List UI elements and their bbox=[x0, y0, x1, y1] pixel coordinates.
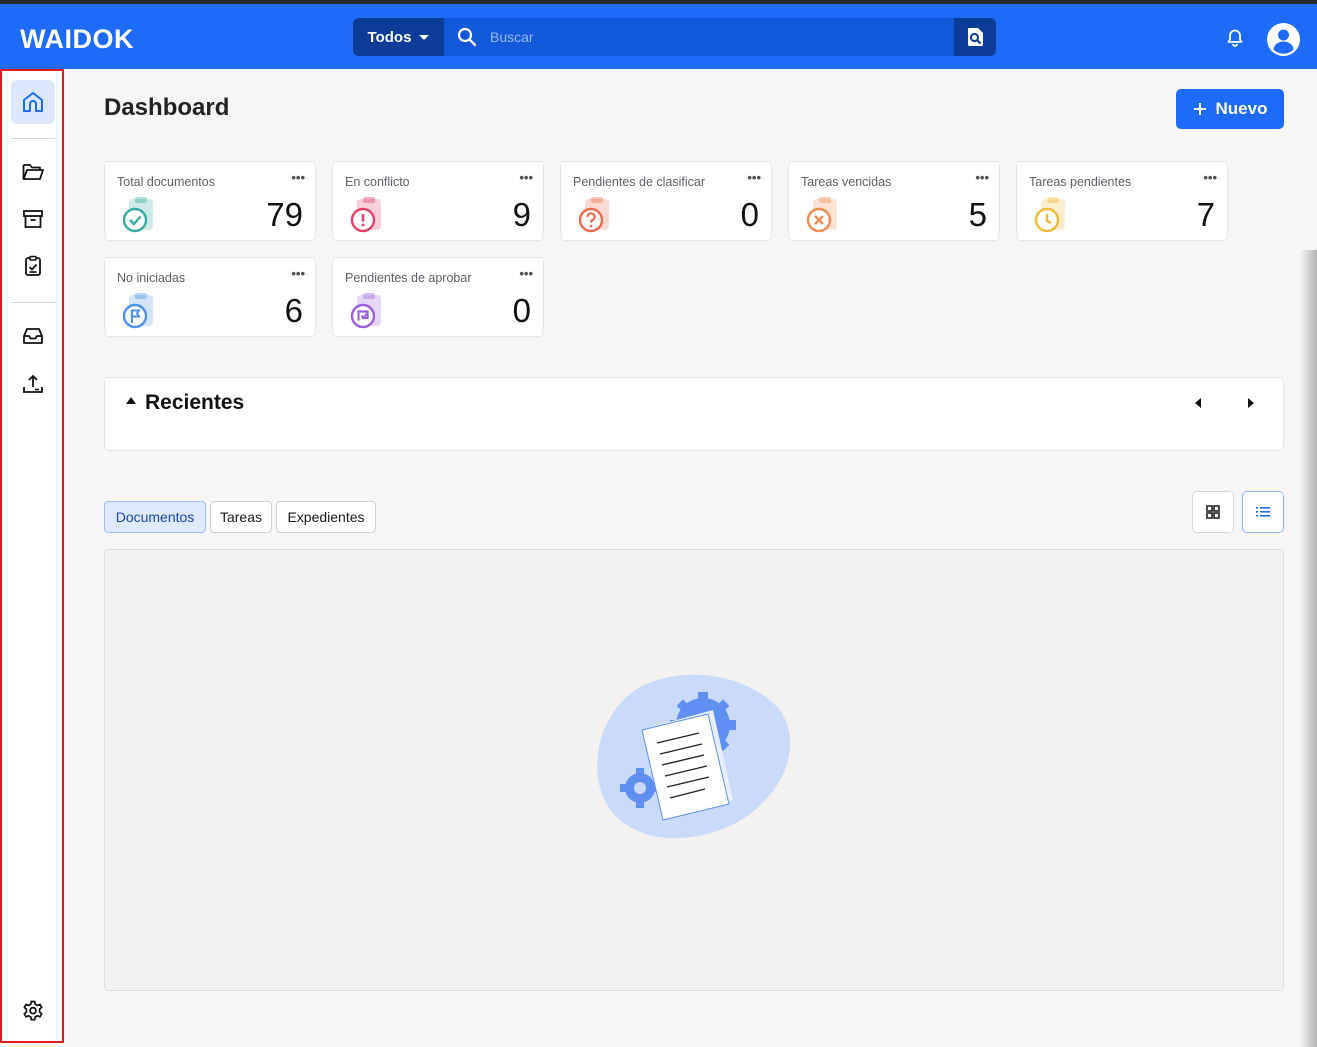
tab-files[interactable]: Expedientes bbox=[276, 501, 376, 533]
app-logo[interactable]: WAIDOK bbox=[20, 24, 134, 55]
sidebar-item-home[interactable] bbox=[11, 80, 55, 124]
tab-documents[interactable]: Documentos bbox=[104, 501, 206, 533]
stat-card-pending-approval[interactable]: Pendientes de aprobar ••• 0 bbox=[332, 257, 544, 337]
archive-icon bbox=[23, 210, 43, 228]
grid-view-icon bbox=[1206, 505, 1220, 519]
clipboard-check-icon bbox=[25, 255, 41, 276]
stat-card-pending-tasks[interactable]: Tareas pendientes ••• 7 bbox=[1016, 161, 1228, 241]
stat-label: Pendientes de clasificar bbox=[573, 175, 706, 189]
sidebar-item-tasks[interactable] bbox=[11, 244, 55, 288]
sidebar-item-archive[interactable] bbox=[11, 197, 55, 241]
settings-icon bbox=[23, 1000, 43, 1021]
stat-value: 79 bbox=[266, 196, 303, 233]
stat-value: 6 bbox=[284, 292, 303, 329]
more-options-icon[interactable]: ••• bbox=[519, 266, 533, 281]
sidebar-item-documents[interactable] bbox=[11, 149, 55, 193]
more-options-icon[interactable]: ••• bbox=[291, 266, 305, 281]
clipboard-alert-icon bbox=[350, 197, 381, 233]
more-options-icon[interactable]: ••• bbox=[1203, 170, 1217, 185]
stat-label: Total documentos bbox=[117, 175, 215, 189]
tab-tasks[interactable]: Tareas bbox=[210, 501, 272, 533]
search-scope-label: Todos bbox=[367, 28, 412, 46]
stat-card-in-conflict[interactable]: En conflicto ••• 9 bbox=[332, 161, 544, 241]
clipboard-x-icon bbox=[806, 197, 837, 233]
stat-card-not-started[interactable]: No iniciadas ••• 6 bbox=[104, 257, 316, 337]
stat-card-overdue-tasks[interactable]: Tareas vencidas ••• 5 bbox=[788, 161, 1000, 241]
clipboard-question-icon bbox=[578, 197, 609, 233]
clipboard-approve-icon bbox=[350, 293, 381, 329]
advanced-search-button[interactable] bbox=[954, 18, 996, 56]
inbox-icon bbox=[23, 328, 43, 344]
sidebar-divider bbox=[11, 302, 55, 303]
recent-title: Recientes bbox=[145, 391, 245, 414]
previous-arrow-icon[interactable] bbox=[1195, 398, 1201, 408]
collapse-toggle-icon[interactable] bbox=[126, 397, 136, 404]
sidebar-item-upload[interactable] bbox=[11, 362, 55, 406]
drawer-shadow bbox=[1300, 250, 1317, 1047]
advanced-search-icon bbox=[968, 28, 983, 46]
stat-card-pending-classify[interactable]: Pendientes de clasificar ••• 0 bbox=[560, 161, 772, 241]
stat-value: 0 bbox=[740, 196, 759, 233]
sidebar-divider bbox=[11, 138, 55, 139]
clipboard-flag-icon bbox=[122, 293, 153, 329]
search-bar: Todos bbox=[353, 18, 996, 56]
more-options-icon[interactable]: ••• bbox=[747, 170, 761, 185]
page-title: Dashboard bbox=[104, 94, 230, 121]
recent-panel: Recientes bbox=[104, 377, 1284, 451]
stat-label: No iniciadas bbox=[117, 271, 186, 285]
more-options-icon[interactable]: ••• bbox=[519, 170, 533, 185]
clipboard-check-circle-icon bbox=[122, 197, 153, 233]
empty-state-illustration bbox=[597, 674, 791, 839]
documents-panel bbox=[104, 549, 1284, 991]
stat-label: Pendientes de aprobar bbox=[345, 271, 472, 285]
chevron-down-icon bbox=[419, 34, 430, 40]
list-view-icon bbox=[1256, 507, 1270, 517]
next-arrow-icon[interactable] bbox=[1248, 398, 1254, 408]
plus-icon bbox=[1193, 103, 1206, 115]
stat-label: Tareas pendientes bbox=[1029, 175, 1132, 189]
user-avatar-icon[interactable] bbox=[1266, 22, 1301, 57]
new-button-label: Nuevo bbox=[1215, 99, 1268, 118]
sidebar bbox=[0, 69, 64, 1043]
sidebar-item-inbox[interactable] bbox=[11, 314, 55, 358]
stat-value: 7 bbox=[1196, 196, 1215, 233]
more-options-icon[interactable]: ••• bbox=[975, 170, 989, 185]
sidebar-item-settings[interactable] bbox=[11, 989, 55, 1033]
stat-value: 9 bbox=[512, 196, 531, 233]
stat-card-total-documents[interactable]: Total documentos ••• 79 bbox=[104, 161, 316, 241]
more-options-icon[interactable]: ••• bbox=[291, 170, 305, 185]
new-button[interactable]: Nuevo bbox=[1176, 89, 1284, 129]
list-view-button[interactable] bbox=[1242, 491, 1284, 533]
upload-icon bbox=[23, 374, 43, 393]
top-bar: WAIDOK Todos bbox=[0, 4, 1317, 69]
folder-icon bbox=[22, 164, 44, 180]
clipboard-clock-icon bbox=[1034, 197, 1065, 233]
stat-value: 0 bbox=[512, 292, 531, 329]
bell-icon[interactable] bbox=[1225, 28, 1245, 48]
stat-value: 5 bbox=[968, 196, 987, 233]
search-icon bbox=[457, 27, 477, 47]
home-icon bbox=[23, 92, 43, 112]
grid-view-button[interactable] bbox=[1192, 491, 1234, 533]
search-scope-dropdown[interactable]: Todos bbox=[353, 18, 444, 56]
search-input[interactable] bbox=[490, 18, 950, 56]
stat-label: Tareas vencidas bbox=[801, 175, 892, 189]
stat-label: En conflicto bbox=[345, 175, 410, 189]
